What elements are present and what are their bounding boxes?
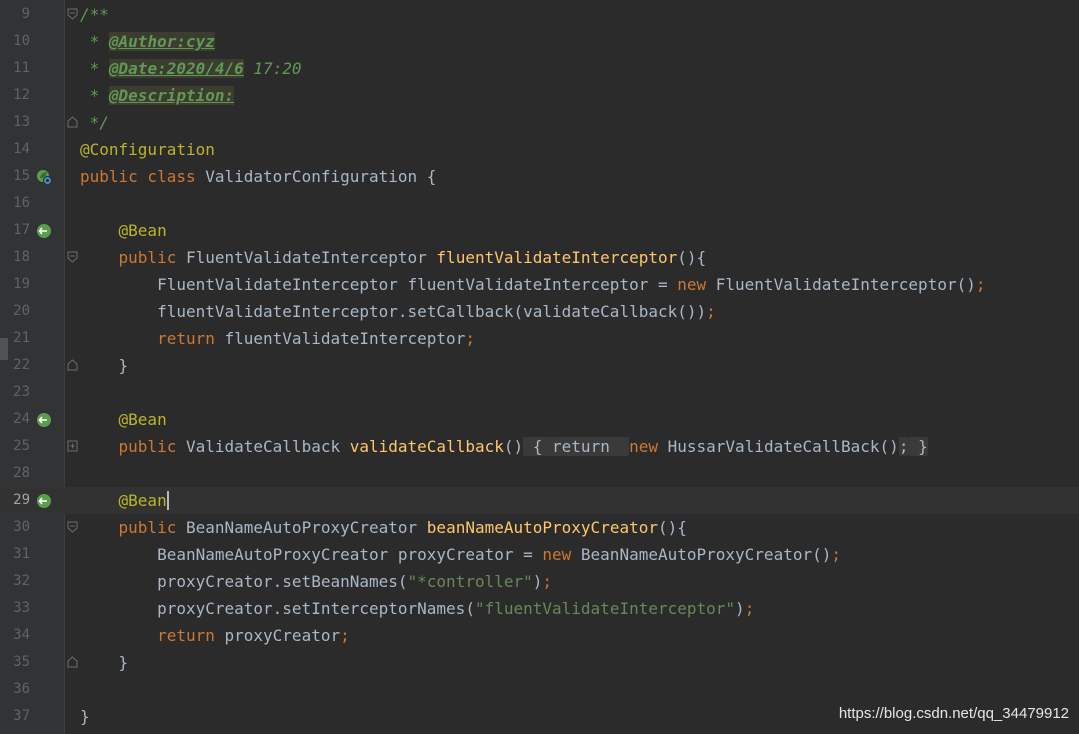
code-line[interactable]: 9 /** bbox=[0, 1, 1079, 28]
code-text: } bbox=[80, 356, 129, 375]
line-number: 31 bbox=[13, 546, 30, 562]
line-number: 9 bbox=[21, 6, 30, 22]
code-line[interactable]: 21 return fluentValidateInterceptor; bbox=[0, 325, 1079, 352]
code-line[interactable]: 16 bbox=[0, 190, 1079, 217]
line-number: 20 bbox=[13, 303, 30, 319]
spring-config-icon[interactable] bbox=[36, 169, 52, 185]
code-text: @Bean bbox=[118, 410, 167, 429]
fold-end-icon[interactable] bbox=[67, 656, 78, 668]
code-line[interactable]: 23 bbox=[0, 379, 1079, 406]
line-number: 25 bbox=[13, 438, 30, 454]
fold-open-icon[interactable] bbox=[67, 251, 78, 263]
fold-open-icon[interactable] bbox=[67, 521, 78, 533]
code-line[interactable]: 33 proxyCreator.setInterceptorNames("flu… bbox=[0, 595, 1079, 622]
code-text: public class ValidatorConfiguration { bbox=[80, 167, 437, 186]
current-code-line[interactable]: 29 @Bean bbox=[0, 487, 1079, 514]
line-number: 34 bbox=[13, 627, 30, 643]
code-editor[interactable]: 9 /** 10 * @Author:cyz 11 * @Date:2020/4… bbox=[0, 0, 1079, 734]
line-number: 10 bbox=[13, 33, 30, 49]
line-number: 22 bbox=[13, 357, 30, 373]
code-text: public ValidateCallback validateCallback… bbox=[118, 437, 928, 456]
line-number: 15 bbox=[13, 168, 30, 184]
line-number: 33 bbox=[13, 600, 30, 616]
code-text: FluentValidateInterceptor fluentValidate… bbox=[80, 275, 986, 294]
code-line[interactable]: 25 public ValidateCallback validateCallb… bbox=[0, 433, 1079, 460]
code-text: BeanNameAutoProxyCreator proxyCreator = … bbox=[80, 545, 841, 564]
code-line[interactable]: 10 * @Author:cyz bbox=[0, 28, 1079, 55]
code-text: * @Description: bbox=[80, 86, 235, 105]
code-line[interactable]: 32 proxyCreator.setBeanNames("*controlle… bbox=[0, 568, 1079, 595]
code-text: @Configuration bbox=[80, 140, 215, 159]
code-text: proxyCreator.setBeanNames("*controller")… bbox=[80, 572, 553, 591]
line-number: 32 bbox=[13, 573, 30, 589]
code-text: @Bean bbox=[118, 221, 167, 240]
code-line[interactable]: 14 @Configuration bbox=[0, 136, 1079, 163]
spring-bean-icon[interactable] bbox=[36, 223, 52, 239]
line-number: 16 bbox=[13, 195, 30, 211]
spring-bean-icon[interactable] bbox=[36, 493, 52, 509]
watermark: https://blog.csdn.net/qq_34479912 bbox=[838, 705, 1069, 722]
code-text: } bbox=[80, 653, 129, 672]
code-line[interactable]: 24 @Bean bbox=[0, 406, 1079, 433]
code-text: /** bbox=[80, 5, 109, 24]
code-line[interactable]: 22 } bbox=[0, 352, 1079, 379]
code-line[interactable]: 20 fluentValidateInterceptor.setCallback… bbox=[0, 298, 1079, 325]
line-number: 14 bbox=[13, 141, 30, 157]
code-line[interactable]: 12 * @Description: bbox=[0, 82, 1079, 109]
code-line[interactable]: 17 @Bean bbox=[0, 217, 1079, 244]
line-number: 18 bbox=[13, 249, 30, 265]
line-number: 35 bbox=[13, 654, 30, 670]
code-line[interactable]: 13 */ bbox=[0, 109, 1079, 136]
line-number: 23 bbox=[13, 384, 30, 400]
text-caret bbox=[166, 490, 169, 510]
line-number: 11 bbox=[13, 60, 30, 76]
code-line[interactable]: 28 bbox=[0, 460, 1079, 487]
line-number: 28 bbox=[13, 465, 30, 481]
code-text: public FluentValidateInterceptor fluentV… bbox=[118, 248, 707, 267]
code-text: proxyCreator.setInterceptorNames("fluent… bbox=[80, 599, 755, 618]
code-text: * @Date:2020/4/6 17:20 bbox=[80, 59, 302, 78]
code-line[interactable]: 30 public BeanNameAutoProxyCreator beanN… bbox=[0, 514, 1079, 541]
fold-open-icon[interactable] bbox=[67, 8, 78, 20]
code-text: @Bean bbox=[118, 490, 169, 510]
line-number: 12 bbox=[13, 87, 30, 103]
line-number: 29 bbox=[13, 492, 30, 508]
code-line[interactable]: 15 public class ValidatorConfiguration { bbox=[0, 163, 1079, 190]
code-text: } bbox=[80, 707, 90, 726]
code-text: */ bbox=[80, 113, 109, 132]
fold-end-icon[interactable] bbox=[67, 116, 78, 128]
line-number: 24 bbox=[13, 411, 30, 427]
code-line[interactable]: 18 public FluentValidateInterceptor flue… bbox=[0, 244, 1079, 271]
code-line[interactable]: 34 return proxyCreator; bbox=[0, 622, 1079, 649]
spring-bean-icon[interactable] bbox=[36, 412, 52, 428]
code-text: return proxyCreator; bbox=[157, 626, 350, 645]
code-line[interactable]: 35 } bbox=[0, 649, 1079, 676]
code-line[interactable]: 36 bbox=[0, 676, 1079, 703]
fold-collapsed-icon[interactable] bbox=[67, 440, 78, 452]
code-line[interactable]: 11 * @Date:2020/4/6 17:20 bbox=[0, 55, 1079, 82]
line-number: 19 bbox=[13, 276, 30, 292]
line-number: 13 bbox=[13, 114, 30, 130]
code-line[interactable]: 31 BeanNameAutoProxyCreator proxyCreator… bbox=[0, 541, 1079, 568]
code-text: return fluentValidateInterceptor; bbox=[157, 329, 475, 348]
code-text: * @Author:cyz bbox=[80, 32, 215, 51]
code-text: public BeanNameAutoProxyCreator beanName… bbox=[118, 518, 687, 537]
line-number: 30 bbox=[13, 519, 30, 535]
line-number: 17 bbox=[13, 222, 30, 238]
line-number: 37 bbox=[13, 708, 30, 724]
line-number: 21 bbox=[13, 330, 30, 346]
code-text: fluentValidateInterceptor.setCallback(va… bbox=[80, 302, 716, 321]
fold-end-icon[interactable] bbox=[67, 359, 78, 371]
code-line[interactable]: 19 FluentValidateInterceptor fluentValid… bbox=[0, 271, 1079, 298]
line-number: 36 bbox=[13, 681, 30, 697]
